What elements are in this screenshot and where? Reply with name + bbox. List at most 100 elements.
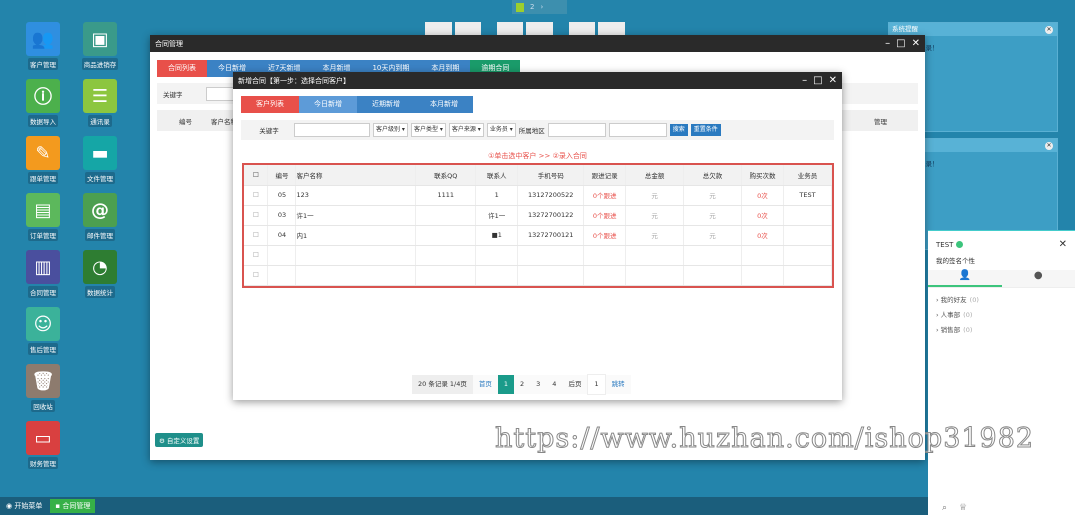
- table-cell: TEST: [783, 185, 833, 206]
- select-value: 客户类型: [413, 126, 438, 133]
- search-icon[interactable]: ⌕: [942, 503, 947, 513]
- tab[interactable]: 客户列表: [241, 96, 299, 113]
- table-cell: [267, 245, 297, 266]
- col-id: 编号: [179, 117, 192, 126]
- table-row[interactable]: ☐: [244, 265, 833, 286]
- close-icon[interactable]: ✕: [1045, 26, 1053, 34]
- column-header: 联系QQ: [415, 165, 477, 186]
- region-label: 所属地区: [518, 127, 545, 135]
- app-icon: ☺: [26, 307, 60, 341]
- first-page-link[interactable]: 首页: [473, 375, 498, 394]
- widget-blocks: [425, 22, 625, 36]
- online-status-icon: [956, 241, 964, 248]
- row-checkbox[interactable]: ☐: [244, 205, 269, 226]
- tab[interactable]: 合同列表: [157, 60, 207, 77]
- jump-input[interactable]: 1: [587, 374, 606, 395]
- table-cell: 1111: [415, 185, 477, 206]
- table-cell: 内1: [295, 225, 417, 246]
- table-row[interactable]: ☐ 03 许1一 许1一 13272700122 0个跟进元元 0次: [244, 205, 833, 226]
- table-cell: 1: [475, 185, 519, 206]
- group-name: 我的好友: [940, 296, 967, 304]
- desktop-icon[interactable]: 🗑 回收站: [18, 364, 68, 412]
- column-header: 跟进记录: [583, 165, 627, 186]
- task-contract[interactable]: ▪ 合同管理: [50, 499, 96, 513]
- desktop-icon-label: 数据统计: [85, 286, 115, 298]
- contact-group[interactable]: › 我的好友 (0): [936, 294, 1067, 304]
- desktop-icon[interactable]: ✎ 跟单管理: [18, 136, 68, 184]
- keyword-input[interactable]: [294, 123, 370, 137]
- page-link[interactable]: 3: [530, 375, 546, 394]
- desktop-icon[interactable]: ▤ 订单管理: [18, 193, 68, 241]
- region-input[interactable]: [547, 123, 606, 137]
- desktop-icon-label: 订单管理: [28, 229, 58, 241]
- next-page-link[interactable]: 后页: [562, 375, 587, 394]
- page-link[interactable]: 2: [514, 375, 530, 394]
- app-icon: ▭: [26, 421, 60, 455]
- filter-select[interactable]: 客户级别 ▾: [373, 123, 408, 137]
- close-icon[interactable]: ✕: [1045, 142, 1053, 150]
- desktop-icon[interactable]: ▭ 财务管理: [18, 421, 68, 469]
- row-checkbox[interactable]: ☐: [244, 185, 269, 206]
- row-checkbox[interactable]: ☐: [244, 245, 269, 266]
- desktop-icon[interactable]: ▥ 合同管理: [18, 250, 68, 298]
- pager-page-2[interactable]: 2: [530, 3, 534, 11]
- desktop-icon[interactable]: ▬ 文件管理: [75, 136, 125, 184]
- desktop-icon[interactable]: ⓘ 数据导入: [18, 79, 68, 127]
- page-link[interactable]: 4: [546, 375, 562, 394]
- close-icon[interactable]: ✕: [912, 38, 920, 49]
- tab[interactable]: 今日新增: [299, 96, 357, 113]
- app-icon: ☰: [83, 79, 117, 113]
- app-icon: 👥: [26, 22, 60, 56]
- table-row[interactable]: ☐: [244, 245, 833, 266]
- group-count: (0): [963, 326, 973, 334]
- taskbar: ◉ 开始菜单 ▪ 合同管理: [0, 497, 928, 515]
- pager-next[interactable]: ›: [540, 3, 543, 11]
- start-button[interactable]: ◉ 开始菜单: [6, 501, 42, 511]
- jump-button[interactable]: 跳转: [606, 375, 631, 394]
- contacts-tab[interactable]: 👤: [928, 270, 1002, 287]
- groups-tab[interactable]: ●: [1002, 270, 1075, 287]
- maximize-icon[interactable]: □: [896, 38, 905, 49]
- region-input-2[interactable]: [608, 123, 667, 137]
- filter-select[interactable]: 客户类型 ▾: [410, 123, 446, 137]
- contact-group[interactable]: › 人事部 (0): [936, 309, 1067, 319]
- select-all-checkbox[interactable]: ☐: [244, 165, 269, 186]
- custom-settings-button[interactable]: ⚙ 自定义设置: [155, 433, 204, 447]
- filter-select[interactable]: 业务员 ▾: [486, 123, 516, 137]
- desktop-icon-label: 财务管理: [28, 457, 58, 469]
- minimize-icon[interactable]: –: [802, 75, 807, 86]
- close-icon[interactable]: ✕: [1059, 239, 1067, 250]
- page-link[interactable]: 1: [497, 375, 515, 394]
- minimize-icon[interactable]: –: [885, 38, 890, 49]
- table-row[interactable]: ☐ 05 123 1111 1 13127200522 0个跟进元元 0次 TEST: [244, 185, 833, 206]
- table-cell: 03: [267, 205, 297, 226]
- desktop-icon[interactable]: ▣ 商品进销存: [75, 22, 125, 70]
- desktop-icon[interactable]: 👥 客户管理: [18, 22, 68, 70]
- pager-page-1[interactable]: 1: [516, 2, 524, 12]
- table-row[interactable]: ☐ 04 内1 ■1 13272700121 0个跟进元元 0次: [244, 225, 833, 246]
- close-icon[interactable]: ✕: [829, 75, 837, 86]
- reset-button[interactable]: 重置条件: [690, 124, 721, 136]
- row-checkbox[interactable]: ☐: [244, 225, 269, 246]
- desktop-icon[interactable]: ☰ 通讯录: [75, 79, 125, 127]
- desktop-icon[interactable]: @ 邮件管理: [75, 193, 125, 241]
- contact-group[interactable]: › 销售部 (0): [936, 324, 1067, 334]
- task-label: 合同管理: [62, 502, 91, 510]
- skin-icon[interactable]: ♕: [959, 503, 967, 513]
- table-cell: 元: [683, 205, 742, 226]
- search-button[interactable]: 搜索: [669, 124, 688, 136]
- app-icon: 🗑: [26, 364, 60, 398]
- table-cell: 0个跟进: [583, 185, 627, 206]
- desktop-icon[interactable]: ☺ 售后管理: [18, 307, 68, 355]
- row-checkbox[interactable]: ☐: [244, 265, 269, 286]
- maximize-icon[interactable]: □: [813, 75, 822, 86]
- tab[interactable]: 本月新增: [415, 96, 473, 113]
- group-name: 销售部: [940, 326, 961, 334]
- desktop-icon-label: 商品进销存: [81, 58, 119, 70]
- customer-table: ☐ 编号 客户名称 联系QQ 联系人 手机号码 跟进记录 总金额 总欠款 购买次数 业务员 ☐ 05 12…: [242, 163, 834, 288]
- table-cell: 05: [267, 185, 297, 206]
- filter-select[interactable]: 客户来源 ▾: [448, 123, 484, 137]
- tab[interactable]: 近期新增: [357, 96, 415, 113]
- start-label: 开始菜单: [14, 502, 43, 510]
- desktop-icon[interactable]: ◔ 数据统计: [75, 250, 125, 298]
